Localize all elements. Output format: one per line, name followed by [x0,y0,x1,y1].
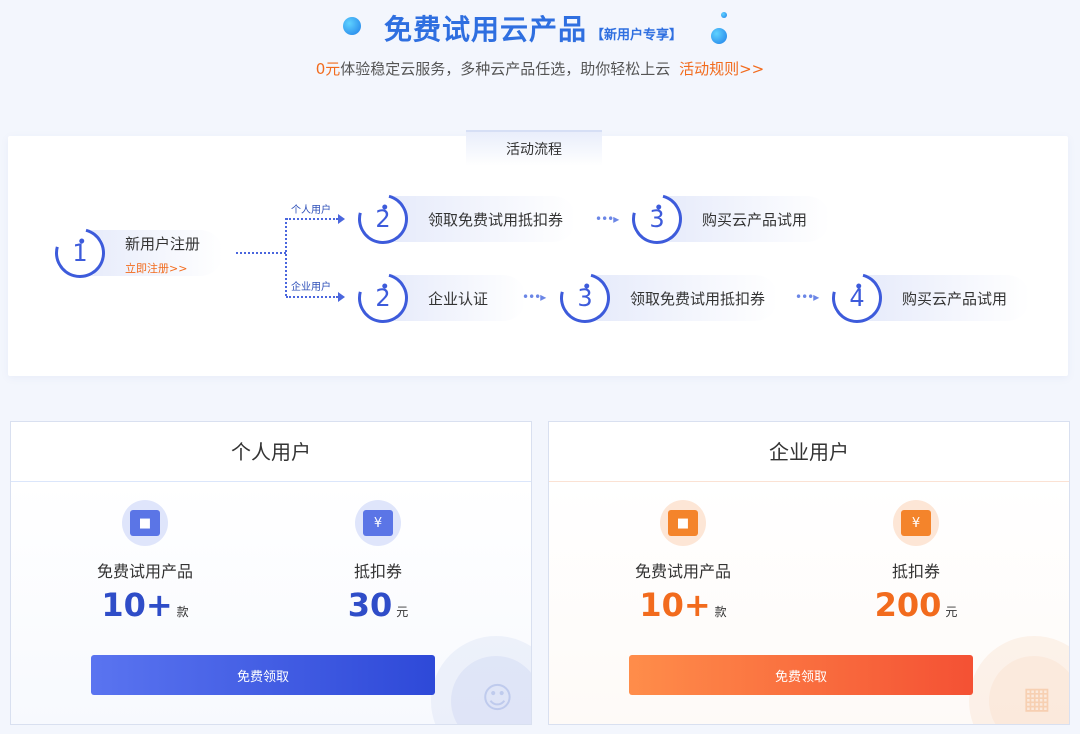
feature-value: 10+ 款 [65,586,225,624]
coupon-amount: 30 [347,586,393,624]
feature-label: 免费试用产品 [96,562,193,581]
coupon-icon: ¥ [893,500,939,546]
coupon-unit: 元 [396,605,409,619]
decor-dot-left [343,17,361,35]
box-icon: ■ [660,500,706,546]
products-unit: 款 [176,605,189,619]
mini-arrow-icon: •••▸ [795,290,819,304]
products-unit: 款 [714,605,727,619]
decor-dot-right-small [721,12,727,18]
claim-button-enterprise[interactable]: 免费领取 [629,655,973,695]
coupon-amount: 200 [874,586,942,624]
step-number: 3 [649,205,665,233]
step-number: 1 [72,239,88,267]
connector-personal [286,218,338,220]
rules-link[interactable]: 活动规则>> [679,60,764,78]
step-number: 4 [849,284,865,312]
coupon-unit: 元 [945,605,958,619]
products-count: 10+ [639,586,711,624]
products-count: 10+ [101,586,173,624]
branch-label-enterprise: 企业用户 [291,282,331,293]
step-personal-coupon: 2 领取免费试用抵扣券 [348,184,576,254]
feature-label: 免费试用产品 [634,562,731,581]
feature-products: ■ 免费试用产品 10+ 款 [65,500,225,624]
step-personal-buy: 3 购买云产品试用 [622,184,830,254]
step-label: 购买云产品试用 [702,210,808,229]
step-label: 领取免费试用抵扣券 [630,289,766,308]
feature-value: 10+ 款 [603,586,763,624]
enterprise-card: 企业用户 ▦ ■ 免费试用产品 10+ 款 ¥ 抵扣券 200 元 免费领取 [548,421,1070,725]
feature-label: 抵扣券 [891,562,940,581]
personal-card: 个人用户 ☺ ■ 免费试用产品 10+ 款 ¥ 抵扣券 30 元 免费领取 [10,421,532,725]
card-title: 个人用户 [11,422,531,482]
feature-products: ■ 免费试用产品 10+ 款 [603,500,763,624]
step-enterprise-buy: 4 购买云产品试用 [822,263,1030,333]
decor-dot-right [711,28,727,44]
mini-arrow-icon: •••▸ [595,212,619,226]
feature-coupon: ¥ 抵扣券 30 元 [298,500,458,624]
page-title: 免费试用云产品 【新用户专享】 [384,8,682,48]
box-icon: ■ [122,500,168,546]
title-tag: 【新用户专享】 [591,28,683,43]
arrow-enterprise-icon [338,292,345,302]
register-link[interactable]: 立即注册>> [125,260,187,276]
step-number: 3 [577,284,593,312]
coupon-icon: ¥ [355,500,401,546]
branch-label-personal: 个人用户 [291,205,331,216]
feature-coupon: ¥ 抵扣券 200 元 [836,500,996,624]
page-subtitle: 0元体验稳定云服务，多种云产品任选，助你轻松上云 活动规则>> [0,58,1080,79]
building-icon: ▦ [1022,681,1051,716]
user-icon: ☺ [481,681,513,716]
connector-register [236,252,286,254]
subtitle-zero: 0元 [315,60,341,78]
feature-value: 30 元 [298,586,458,624]
card-body: ▦ ■ 免费试用产品 10+ 款 ¥ 抵扣券 200 元 免费领取 [549,483,1069,724]
step-label: 购买云产品试用 [902,289,1008,308]
feature-value: 200 元 [836,586,996,624]
step-label: 领取免费试用抵扣券 [428,210,564,229]
step-register: 1 新用户注册 立即注册>> [45,218,223,288]
subtitle-text: 体验稳定云服务，多种云产品任选，助你轻松上云 [340,60,671,78]
feature-label: 抵扣券 [353,562,402,581]
step-enterprise-coupon: 3 领取免费试用抵扣券 [550,263,778,333]
connector-branch [285,218,287,296]
step-number: 2 [375,284,391,312]
step-enterprise-verify: 2 企业认证 [348,263,526,333]
process-tab: 活动流程 [466,130,602,166]
card-body: ☺ ■ 免费试用产品 10+ 款 ¥ 抵扣券 30 元 免费领取 [11,483,531,724]
step-label: 企业认证 [428,289,489,308]
step-label: 新用户注册 [125,234,201,253]
card-title: 企业用户 [549,422,1069,482]
title-main: 免费试用云产品 [384,13,588,46]
mini-arrow-icon: •••▸ [522,290,546,304]
arrow-personal-icon [338,214,345,224]
claim-button-personal[interactable]: 免费领取 [91,655,435,695]
connector-enterprise [286,296,338,298]
step-number: 2 [375,205,391,233]
